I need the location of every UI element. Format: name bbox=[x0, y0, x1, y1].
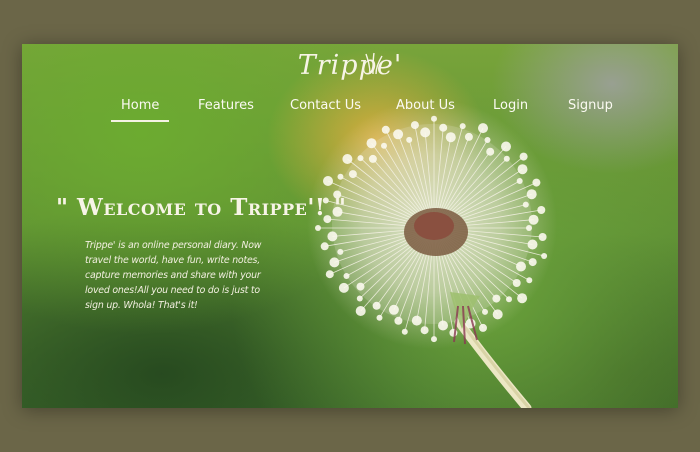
nav-contact-us[interactable]: Contact Us bbox=[290, 98, 361, 113]
nav-about-us[interactable]: About Us bbox=[396, 98, 455, 113]
hero-banner: Trippe' Home Features Contact Us About U… bbox=[22, 44, 678, 408]
nav-home[interactable]: Home bbox=[110, 98, 170, 122]
hero-title: " Welcome to Trippe'! " bbox=[56, 194, 347, 221]
nav-signup[interactable]: Signup bbox=[568, 98, 613, 113]
nav-features[interactable]: Features bbox=[198, 98, 254, 113]
hero-description: Trippe' is an online personal diary. Now… bbox=[85, 240, 262, 311]
wheat-icon bbox=[365, 52, 383, 75]
brand-logo[interactable]: Trippe' bbox=[22, 50, 678, 81]
nav-login[interactable]: Login bbox=[493, 98, 528, 113]
main-nav: Home Features Contact Us About Us Login … bbox=[22, 98, 678, 122]
logo-text: Trippe' bbox=[297, 50, 403, 81]
